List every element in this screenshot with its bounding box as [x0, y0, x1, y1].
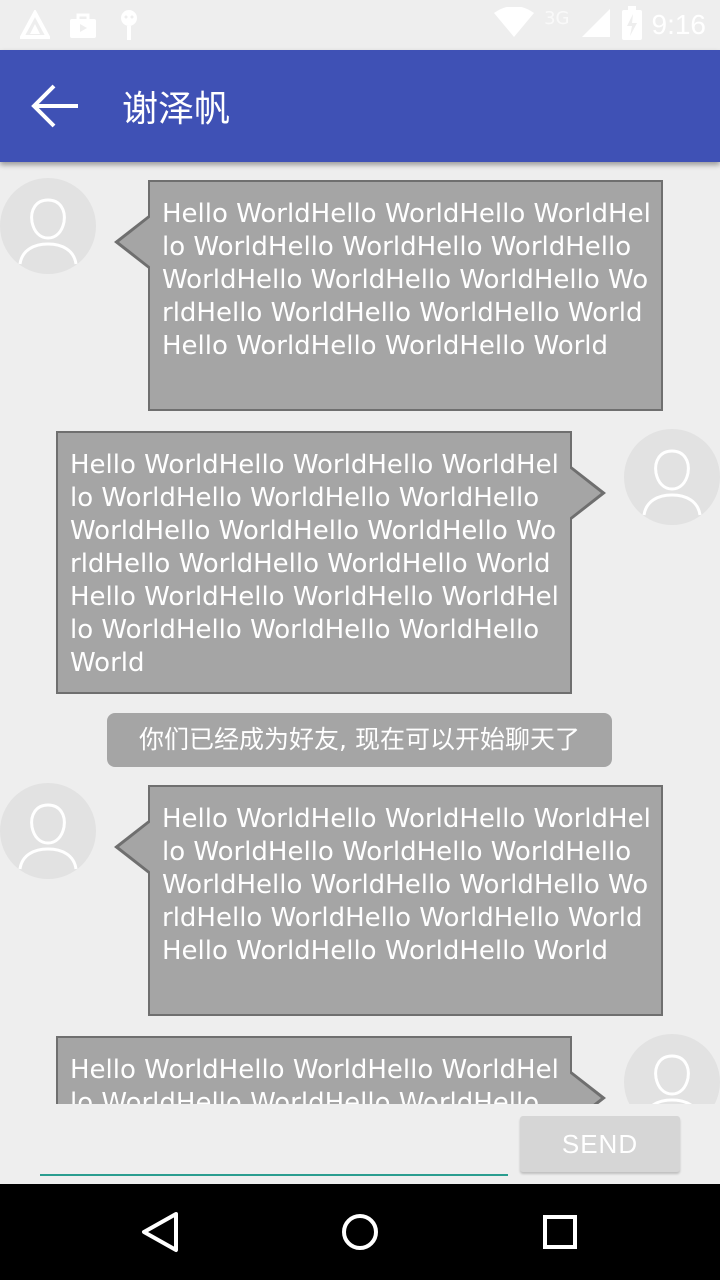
system-nav-bar [0, 1184, 720, 1280]
nav-home-button[interactable] [332, 1204, 388, 1260]
bubble-tail [568, 1072, 601, 1104]
nav-recents-button[interactable] [532, 1204, 588, 1260]
debug-bug-icon [116, 8, 142, 46]
compose-bar: SEND [0, 1104, 720, 1184]
recents-square-icon [543, 1215, 577, 1249]
message-list[interactable]: Hello WorldHello WorldHello WorldHello W… [0, 162, 720, 1104]
my-avatar[interactable] [624, 1034, 720, 1104]
person-icon [652, 1054, 692, 1104]
nav-back-button[interactable] [132, 1204, 188, 1260]
my-avatar[interactable] [624, 429, 720, 525]
person-icon [18, 198, 78, 265]
arrow-left-icon [28, 84, 84, 134]
message-bubble-sent[interactable]: Hello WorldHello WorldHello WorldHello W… [56, 1036, 572, 1104]
back-triangle-icon [142, 1212, 178, 1252]
person-icon [18, 803, 78, 870]
message-bubble-received[interactable]: Hello WorldHello WorldHello WorldHello W… [148, 785, 663, 1016]
signal-icon [580, 7, 612, 43]
bubble-tail [119, 216, 152, 268]
message-bubble-sent[interactable]: Hello WorldHello WorldHello WorldHello W… [56, 431, 572, 694]
battery-charging-icon [621, 6, 642, 44]
message-input[interactable] [40, 1122, 508, 1176]
contact-avatar[interactable] [0, 783, 96, 879]
network-type: 3G [544, 7, 570, 29]
home-circle-icon [342, 1214, 378, 1250]
wifi-icon [494, 6, 535, 43]
message-bubble-received[interactable]: Hello WorldHello WorldHello WorldHello W… [148, 180, 663, 411]
bubble-tail [568, 467, 601, 519]
bubble-tail [119, 821, 152, 873]
system-message: 你们已经成为好友, 现在可以开始聊天了 [107, 713, 612, 767]
back-button[interactable] [28, 82, 84, 130]
send-button[interactable]: SEND [520, 1116, 680, 1172]
android-app-icon [18, 8, 52, 44]
clock-time: 9:16 [651, 9, 707, 40]
store-bag-icon [68, 10, 98, 44]
app-bar: 谢泽帆 [0, 50, 720, 162]
status-bar: 3G 9:16 [0, 0, 720, 50]
contact-avatar[interactable] [0, 178, 96, 274]
person-icon [642, 449, 702, 516]
chat-title: 谢泽帆 [122, 89, 231, 130]
